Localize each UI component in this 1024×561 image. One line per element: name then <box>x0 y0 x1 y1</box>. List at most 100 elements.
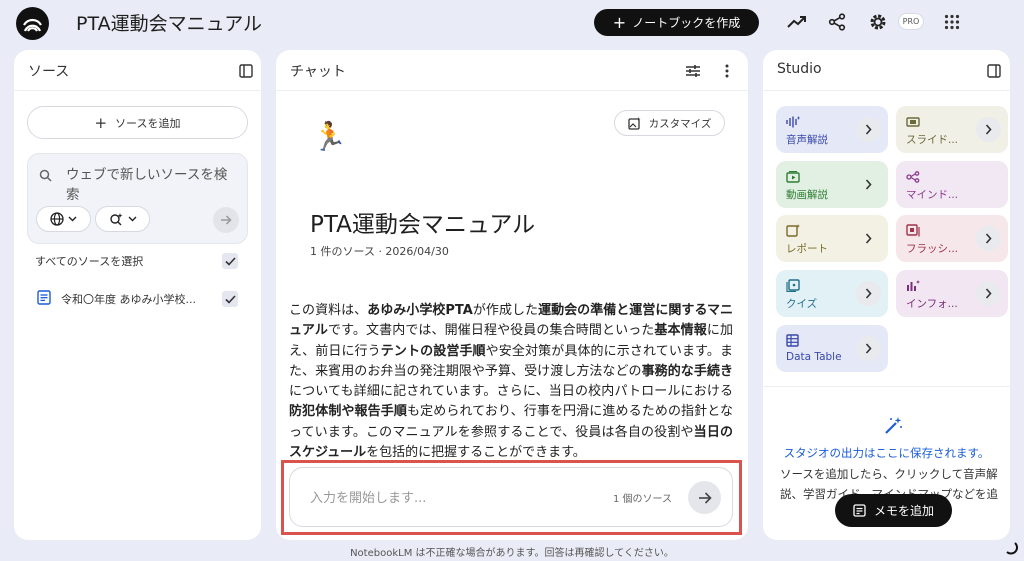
arrow-right-icon <box>221 215 232 225</box>
plus-icon: + <box>612 12 627 32</box>
studio-panel-header: Studio <box>763 50 1010 91</box>
chat-title: チャット <box>290 64 346 80</box>
audio-wave-icon <box>786 113 800 132</box>
studio-empty-headline: スタジオの出力はここに保存されます。 <box>783 446 990 460</box>
studio-tile-data-table[interactable]: Data Table <box>776 325 888 372</box>
chevron-right-icon[interactable] <box>856 336 881 361</box>
add-source-label: ソースを追加 <box>115 116 181 130</box>
sources-title: ソース <box>28 64 70 80</box>
studio-tile-label: スライド... <box>906 134 959 146</box>
studio-tile-label: マインド... <box>906 189 959 201</box>
studio-empty-body-line: ソースを追加したら、クリックして音声解 <box>780 467 998 481</box>
report-icon <box>786 222 800 241</box>
chat-panel-header: チャット <box>276 50 748 91</box>
notebook-title[interactable]: PTA運動会マニュアル <box>76 9 262 36</box>
search-icon <box>39 167 52 186</box>
check-icon <box>224 294 236 304</box>
customize-label: カスタマイズ <box>648 117 712 130</box>
studio-tile-infographic[interactable]: インフォ... <box>896 270 1008 317</box>
select-all-sources-label: すべてのソースを選択 <box>35 255 144 268</box>
chat-settings-tune-icon[interactable] <box>684 62 702 80</box>
notebook-meta: 1 件のソース · 2026/04/30 <box>310 245 449 258</box>
arrow-right-icon <box>698 491 712 504</box>
studio-tile-label: Data Table <box>786 351 842 363</box>
web-source-dropdown[interactable] <box>36 206 91 232</box>
globe-icon <box>50 212 64 226</box>
studio-tile-slides[interactable]: スライド... <box>896 106 1008 153</box>
mindmap-icon <box>906 168 920 187</box>
source-summary: この資料は、あゆみ小学校PTAが作成した運動会の準備と運営に関するマニュアルです… <box>289 303 733 461</box>
sources-panel: ソース + ソースを追加 ウェブで新しいソースを検索 すべてのソースを選択 令和… <box>14 50 261 540</box>
source-item-label[interactable]: 令和〇年度 あゆみ小学校... <box>61 291 211 307</box>
studio-divider <box>763 386 1010 387</box>
studio-tile-flashcards[interactable]: フラッシ... <box>896 215 1008 262</box>
chat-input-field[interactable]: 入力を開始します... 1 個のソース <box>289 467 733 527</box>
studio-tile-quiz[interactable]: クイズ <box>776 270 888 317</box>
add-note-label: メモを追加 <box>873 504 934 518</box>
loading-spinner-icon <box>1003 540 1019 560</box>
studio-tile-label: 動画解説 <box>786 189 828 201</box>
studio-tile-label: レポート <box>786 243 828 255</box>
customize-button[interactable]: カスタマイズ <box>614 110 725 136</box>
image-sparkle-icon <box>628 116 641 130</box>
flashcard-icon <box>906 222 920 241</box>
apps-grid-icon[interactable] <box>940 10 964 34</box>
magic-wand-icon <box>883 416 903 440</box>
pro-badge: PRO <box>898 13 924 30</box>
studio-tile-label: クイズ <box>786 298 818 310</box>
quiz-icon <box>786 277 800 296</box>
share-icon[interactable] <box>825 10 849 34</box>
chevron-right-icon[interactable] <box>856 281 881 306</box>
studio-tile-label: インフォ... <box>906 298 958 310</box>
chevron-right-icon[interactable] <box>856 226 881 251</box>
chat-input-placeholder: 入力を開始します... <box>310 491 427 506</box>
studio-tile-audio[interactable]: 音声解説 <box>776 106 888 153</box>
notebook-heading: PTA運動会マニュアル <box>310 212 536 238</box>
top-bar: PTA運動会マニュアル + ノートブックを作成 PRO <box>0 0 1024 46</box>
source-item-checkbox[interactable] <box>222 291 238 307</box>
studio-tile-video[interactable]: 動画解説 <box>776 161 888 208</box>
research-mode-dropdown[interactable] <box>95 206 150 232</box>
chevron-right-icon[interactable] <box>856 117 881 142</box>
disclaimer-footer: NotebookLM は不正確な場合があります。回答は再確認してください。 <box>350 548 674 559</box>
chevron-right-icon[interactable] <box>976 117 1001 142</box>
table-icon <box>786 332 800 351</box>
chevron-down-icon <box>68 216 77 222</box>
settings-gear-icon[interactable] <box>866 10 890 34</box>
check-icon <box>224 256 236 266</box>
studio-title: Studio <box>777 61 822 77</box>
collapse-panel-icon[interactable] <box>237 62 255 80</box>
send-button[interactable] <box>688 481 721 514</box>
notebook-emoji: 🏃 <box>312 120 347 153</box>
video-icon <box>786 168 800 187</box>
add-note-button[interactable]: メモを追加 <box>835 494 952 527</box>
analytics-icon[interactable] <box>785 10 809 34</box>
document-icon <box>37 290 51 309</box>
more-vert-icon[interactable] <box>718 62 736 80</box>
research-sparkle-icon <box>109 213 122 226</box>
slides-icon <box>906 113 920 132</box>
chevron-right-icon[interactable] <box>976 226 1001 251</box>
studio-tile-label: フラッシ... <box>906 243 959 255</box>
chevron-right-icon[interactable] <box>976 281 1001 306</box>
source-count-label: 1 個のソース <box>613 494 673 505</box>
plus-icon: + <box>94 113 108 132</box>
note-icon <box>853 504 866 517</box>
create-notebook-button[interactable]: + ノートブックを作成 <box>594 9 759 36</box>
search-submit-button[interactable] <box>213 207 239 233</box>
select-all-checkbox[interactable] <box>222 253 238 269</box>
chat-panel: チャット 🏃 カスタマイズ PTA運動会マニュアル 1 件のソース · 2026… <box>276 50 748 540</box>
studio-tile-report[interactable]: レポート <box>776 215 888 262</box>
studio-panel: Studio 音声解説 スライド... 動画解説 マインド... レポート フラ… <box>763 50 1010 540</box>
studio-tile-mindmap[interactable]: マインド... <box>896 161 1008 208</box>
web-source-search[interactable]: ウェブで新しいソースを検索 <box>27 153 248 244</box>
collapse-panel-icon[interactable] <box>985 62 1003 80</box>
chevron-down-icon <box>128 216 136 222</box>
add-source-button[interactable]: + ソースを追加 <box>27 106 248 139</box>
infographic-icon <box>906 277 920 296</box>
notebooklm-logo-icon[interactable] <box>16 7 49 40</box>
create-notebook-label: ノートブックを作成 <box>632 16 741 30</box>
studio-tile-label: 音声解説 <box>786 134 828 146</box>
chevron-right-icon[interactable] <box>856 172 881 197</box>
search-input[interactable]: ウェブで新しいソースを検索 <box>66 165 236 205</box>
